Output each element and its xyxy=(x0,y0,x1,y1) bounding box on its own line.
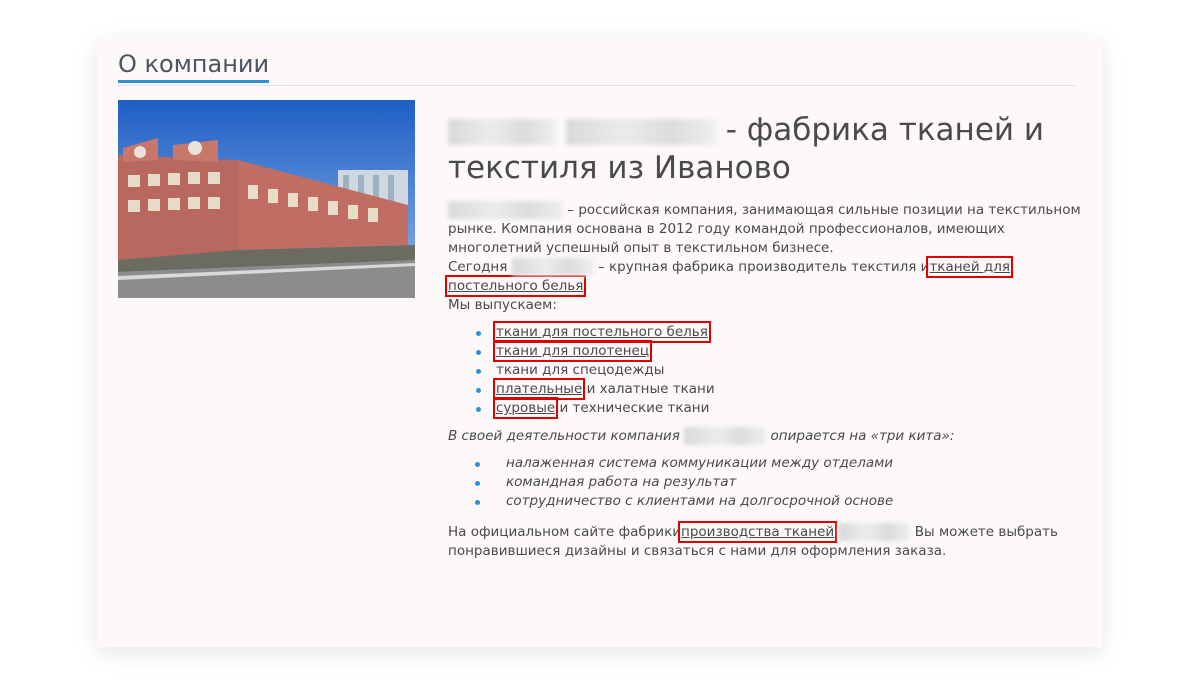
list-item: суровые и технические ткани xyxy=(476,397,1088,419)
section-title: О компании xyxy=(118,49,270,83)
principles-list: налаженная система коммуникации между от… xyxy=(448,454,1088,511)
whales-text: опирается на «три кита»: xyxy=(770,428,955,444)
products-list: ткани для постельного белья ткани для по… xyxy=(448,321,1088,419)
list-item: плательные и халатные ткани xyxy=(476,378,1088,400)
today-text: – крупная фабрика производитель текстиля… xyxy=(597,259,930,275)
product-text: и технические ткани xyxy=(555,400,710,416)
list-item: ткани для полотенец xyxy=(476,340,1088,362)
product-link-towels[interactable]: ткани для полотенец xyxy=(492,340,653,362)
list-item: сотрудничество с клиентами на долгосрочн… xyxy=(475,492,1088,511)
products-intro: Мы выпускаем: xyxy=(448,297,557,313)
redacted-name xyxy=(448,201,563,219)
factory-photo xyxy=(118,100,415,298)
redacted-name xyxy=(684,427,767,445)
section-header: О компании xyxy=(118,49,1076,86)
redacted-name xyxy=(565,118,716,145)
closing-paragraph: На официальном сайте фабрикипроизводства… xyxy=(448,521,1088,561)
list-item: налаженная система коммуникации между от… xyxy=(475,454,1088,473)
list-item: командная работа на результат xyxy=(475,473,1088,492)
today-label: Сегодня xyxy=(448,259,508,275)
period: . xyxy=(583,278,588,294)
list-item: ткани для спецодежды xyxy=(476,361,1088,380)
product-workwear: ткани для спецодежды xyxy=(496,362,665,378)
redacted-name xyxy=(838,523,911,541)
whales-text: В своей деятельности компания xyxy=(448,428,680,444)
product-link-dress[interactable]: плательные xyxy=(492,378,586,400)
company-description: - фабрика тканей и текстиля из Иваново –… xyxy=(444,111,1088,561)
product-link-raw[interactable]: суровые xyxy=(492,397,559,419)
headline: - фабрика тканей и текстиля из Иваново xyxy=(448,111,1088,187)
fabric-production-link[interactable]: производства тканей xyxy=(678,521,838,543)
today-paragraph: Сегодня – крупная фабрика производитель … xyxy=(444,256,1088,297)
redacted-name xyxy=(448,118,556,145)
product-text: и халатные ткани xyxy=(582,381,715,397)
product-link-bedding[interactable]: ткани для постельного белья xyxy=(493,321,711,343)
three-whales-intro: В своей деятельности компания опирается … xyxy=(448,427,1088,446)
list-item: ткани для постельного белья xyxy=(476,321,1088,343)
redacted-name xyxy=(511,258,594,276)
intro-paragraph: – российская компания, занимающая сильны… xyxy=(448,201,1088,258)
closing-text: На официальном сайте фабрики xyxy=(448,524,682,540)
about-card: О компании - фабрика тканей и текстиля и… xyxy=(97,37,1102,647)
